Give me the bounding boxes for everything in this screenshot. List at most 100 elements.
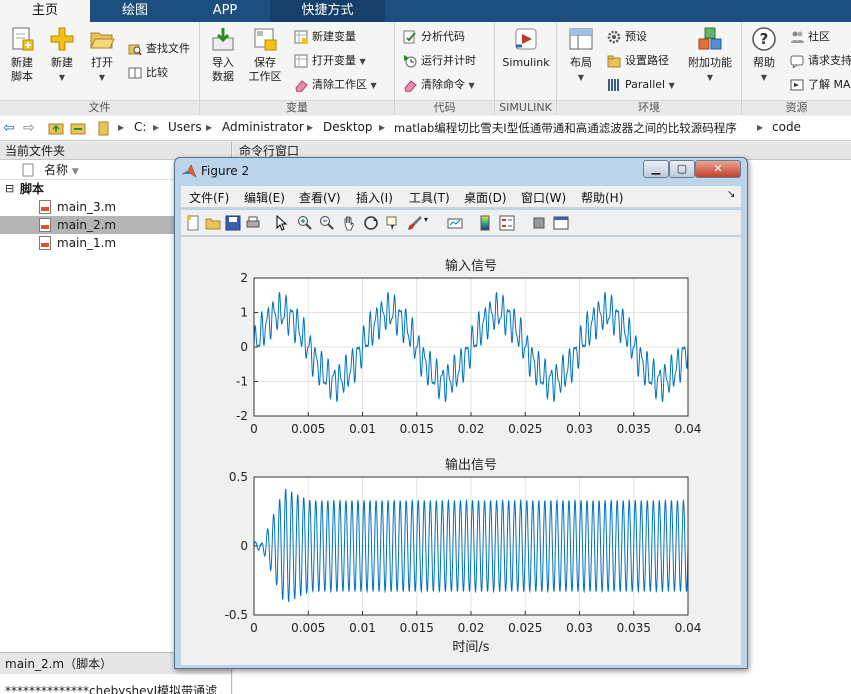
file-name: main_1.m [57, 236, 117, 250]
colorbar-icon[interactable] [477, 215, 493, 231]
breadcrumb-project-folder[interactable]: matlab编程切比雪夫I型低通带通和高通滤波器之间的比较源码程序 [394, 120, 737, 136]
request-support-button[interactable]: 请求支持 [788, 51, 851, 71]
browse-folder-icon[interactable] [70, 121, 86, 138]
menu-view[interactable]: 查看(V) [299, 189, 341, 206]
open-variable-label: 打开变量 [312, 54, 356, 67]
minimize-button[interactable]: ▁ [643, 160, 669, 178]
x-tick-label: 0.035 [617, 621, 651, 635]
save-workspace-icon [252, 26, 278, 52]
x-tick-label: 0.005 [291, 422, 325, 436]
collapse-icon[interactable]: ⊟ [5, 180, 14, 198]
up-folder-icon[interactable] [48, 121, 64, 138]
select-cursor-icon[interactable] [273, 214, 289, 231]
x-tick-label: 0 [250, 621, 258, 635]
community-label: 社区 [808, 30, 830, 43]
x-tick-label: 0.005 [291, 621, 325, 635]
menu-edit[interactable]: 编辑(E) [244, 189, 285, 206]
breadcrumb-desktop[interactable]: Desktop [323, 120, 373, 134]
brush-icon[interactable] [407, 215, 423, 231]
figure-menubar: 文件(F) 编辑(E) 查看(V) 插入(I) 工具(T) 桌面(D) 窗口(W… [181, 186, 741, 208]
clear-commands-button[interactable]: 清除命令 ▼ [401, 75, 475, 95]
x-tick-label: 0.015 [400, 422, 434, 436]
import-icon [210, 26, 236, 52]
tab-apps[interactable]: APP [180, 0, 270, 22]
new-variable-label: 新建变量 [312, 30, 356, 43]
new-figure-icon[interactable] [185, 215, 201, 231]
show-plot-tools-icon[interactable] [553, 215, 569, 231]
menu-help[interactable]: 帮助(H) [581, 189, 623, 206]
breadcrumb-code[interactable]: code [772, 120, 801, 134]
legend-icon[interactable] [499, 215, 515, 231]
tab-home[interactable]: 主页 [0, 0, 90, 22]
axes-input-signal[interactable]: 0 0.005 0.01 0.015 0.02 0.025 0.03 0.035 0.04 2 1 0… [236, 258, 701, 436]
run-and-time-button[interactable]: 运行并计时 [401, 51, 476, 71]
print-icon[interactable] [245, 215, 261, 231]
axes-title: 输入信号 [445, 258, 497, 274]
forward-arrow-icon[interactable]: ⇨ [23, 120, 35, 136]
find-files-label: 查找文件 [146, 42, 190, 55]
open-label: 打开 [91, 56, 113, 69]
data-cursor-icon[interactable] [385, 215, 401, 231]
folder-open-icon [89, 26, 115, 52]
simulink-button[interactable]: Simulink [501, 26, 551, 70]
figure-window[interactable]: Figure 2 ▁ ▢ ✕ 文件(F) 编辑(E) 查看(V) 插入(I) 工… [174, 157, 748, 669]
analyze-code-icon [403, 30, 417, 44]
ribbon-group-variable: 导入 数据 保存 工作区 新建变量 打开变量 ▼ 清除工作区 ▼ 变量 [200, 22, 395, 115]
link-plot-icon[interactable] [447, 215, 463, 231]
rotate-3d-icon[interactable] [363, 215, 379, 231]
menubar-overflow-icon[interactable]: ↘ [727, 189, 735, 200]
import-data-button[interactable]: 导入 数据 [206, 26, 240, 84]
figure-canvas[interactable]: 0 0.005 0.01 0.015 0.02 0.025 0.03 0.035 0.04 2 1 0… [181, 237, 741, 665]
help-question-icon: ? [751, 26, 777, 52]
menu-desktop[interactable]: 桌面(D) [464, 189, 507, 206]
set-path-icon [607, 54, 621, 68]
community-button[interactable]: 社区 [788, 27, 830, 47]
tab-plots[interactable]: 绘图 [90, 0, 180, 22]
new-variable-button[interactable]: 新建变量 [292, 27, 356, 47]
open-button[interactable]: 打开 ▼ [86, 26, 118, 85]
preferences-label: 预设 [625, 30, 647, 43]
menu-tools[interactable]: 工具(T) [409, 189, 450, 206]
compare-button[interactable]: 比较 [126, 63, 168, 83]
addons-button[interactable]: 附加功能 ▼ [685, 26, 735, 85]
menu-file[interactable]: 文件(F) [189, 189, 229, 206]
learn-matlab-button[interactable]: 了解 MA [788, 75, 851, 95]
x-tick-label: 0.025 [508, 422, 542, 436]
clear-workspace-button[interactable]: 清除工作区 ▼ [292, 75, 377, 95]
hide-plot-tools-icon[interactable] [531, 215, 547, 231]
layout-button[interactable]: 布局 ▼ [565, 26, 597, 85]
close-button[interactable]: ✕ [695, 160, 741, 178]
help-button[interactable]: ? 帮助 ▼ [748, 26, 780, 85]
open-variable-button[interactable]: 打开变量 ▼ [292, 51, 366, 71]
x-tick-label: 0.025 [508, 621, 542, 635]
tab-shortcuts[interactable]: 快捷方式 [270, 0, 385, 22]
open-file-icon[interactable] [205, 215, 221, 231]
breadcrumb-users[interactable]: Users [168, 120, 202, 134]
axes-output-signal[interactable]: 0 0.005 0.01 0.015 0.02 0.025 0.03 0.035 0.04 0.5… [225, 457, 702, 655]
zoom-out-icon[interactable] [319, 215, 335, 231]
analyze-code-button[interactable]: 分析代码 [401, 27, 465, 47]
y-tick-label: -0.5 [225, 608, 248, 622]
save-icon[interactable] [225, 215, 241, 231]
set-path-button[interactable]: 设置路径 [605, 51, 669, 71]
zoom-in-icon[interactable] [297, 215, 313, 231]
preferences-button[interactable]: 预设 [605, 27, 647, 47]
find-files-button[interactable]: 查找文件 [126, 39, 190, 59]
maximize-button[interactable]: ▢ [669, 160, 695, 178]
plots-svg: 0 0.005 0.01 0.015 0.02 0.025 0.03 0.035 0.04 2 1 0… [225, 258, 702, 655]
save-workspace-button[interactable]: 保存 工作区 [246, 26, 284, 84]
figure-titlebar[interactable]: Figure 2 ▁ ▢ ✕ [175, 158, 747, 184]
back-arrow-icon[interactable]: ⇦ [3, 120, 15, 136]
breadcrumb-administrator[interactable]: Administrator [222, 120, 304, 134]
pan-hand-icon[interactable] [341, 215, 357, 231]
new-button[interactable]: 新建 ▼ [46, 26, 78, 85]
new-script-button[interactable]: 新建 脚本 [4, 26, 40, 84]
ribbon-group-environment: 布局 ▼ 预设 设置路径 Parallel ▼ 附加功能 ▼ 环境 [557, 22, 742, 115]
breadcrumb-drive[interactable]: C: [134, 120, 146, 134]
parallel-button[interactable]: Parallel ▼ [605, 75, 675, 95]
brush-dropdown-icon[interactable]: ▾ [424, 215, 434, 231]
save-workspace-label: 保存 工作区 [248, 56, 282, 83]
menu-insert[interactable]: 插入(I) [356, 189, 393, 206]
menu-window[interactable]: 窗口(W) [521, 189, 566, 206]
x-tick-label: 0.02 [458, 422, 485, 436]
